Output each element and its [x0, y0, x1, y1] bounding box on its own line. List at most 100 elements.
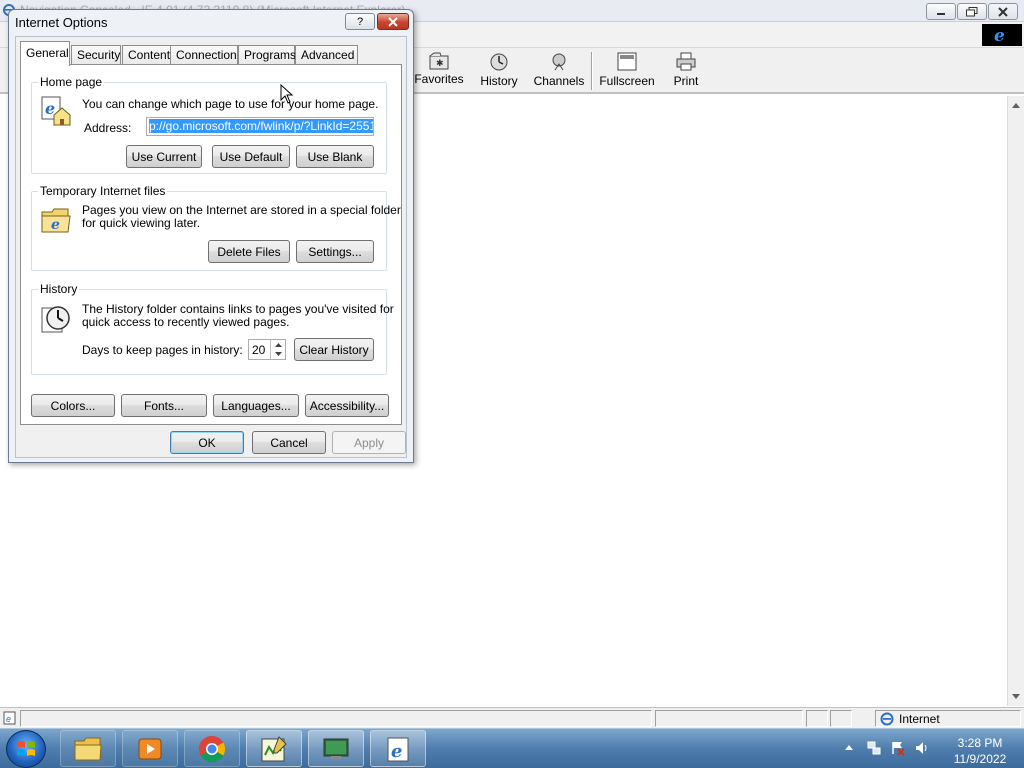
toolbar-separator — [591, 52, 593, 90]
restore-icon — [966, 6, 978, 16]
tab-programs[interactable]: Programs — [238, 45, 296, 65]
chrome-icon — [198, 735, 226, 762]
arrow-up-icon — [1012, 102, 1020, 108]
svg-text:e: e — [391, 741, 402, 762]
svg-text:e: e — [6, 714, 11, 724]
use-default-button[interactable]: Use Default — [212, 145, 290, 168]
tab-connection[interactable]: Connection — [170, 45, 238, 65]
volume-icon[interactable] — [914, 740, 930, 756]
arrow-down-icon — [1012, 693, 1020, 699]
toolbar-channels-button[interactable]: Channels — [532, 50, 586, 92]
arrow-up-icon — [274, 342, 282, 347]
stepper-down-button[interactable] — [271, 349, 285, 358]
taskbar-editor-button[interactable] — [246, 730, 302, 767]
status-bar: e Internet — [0, 707, 1024, 728]
fullscreen-icon — [617, 52, 637, 71]
home-page-address-input[interactable]: p://go.microsoft.com/fwlink/p/?LinkId=25… — [146, 117, 374, 136]
clear-history-button[interactable]: Clear History — [294, 338, 374, 361]
svg-text:✱: ✱ — [436, 58, 444, 68]
fonts-button[interactable]: Fonts... — [121, 394, 207, 417]
use-current-button[interactable]: Use Current — [126, 145, 202, 168]
temp-files-folder-icon: e — [41, 208, 71, 233]
taskbar-monitor-button[interactable] — [308, 730, 364, 767]
home-page-legend: Home page — [38, 75, 105, 89]
scroll-down-button[interactable] — [1008, 688, 1024, 704]
days-to-keep-label: Days to keep pages in history: — [82, 343, 243, 357]
svg-text:e: e — [994, 26, 1005, 44]
internet-zone-icon — [880, 712, 894, 725]
window-close-button[interactable] — [988, 3, 1018, 20]
temp-files-group: Temporary Internet files e Pages you vie… — [31, 184, 401, 271]
notepad-icon — [261, 735, 287, 761]
delete-files-button[interactable]: Delete Files — [208, 240, 290, 263]
tab-security[interactable]: Security — [71, 45, 121, 65]
status-progress-cell — [655, 710, 803, 727]
home-page-description: You can change which page to use for you… — [82, 97, 379, 111]
toolbar-favorites-button[interactable]: ✱ Favorites — [413, 50, 465, 92]
svg-text:e: e — [51, 217, 60, 233]
ie-logo: e — [982, 24, 1022, 46]
history-group: History The History folder contains link… — [31, 282, 394, 375]
history-icon — [490, 53, 508, 71]
toolbar-favorites-label: Favorites — [414, 72, 464, 86]
taskbar-explorer-button[interactable] — [60, 730, 116, 767]
monitor-icon — [323, 738, 349, 760]
days-to-keep-value: 20 — [252, 343, 266, 357]
start-button[interactable] — [6, 730, 46, 768]
dialog-body: General Security Content Connection Prog… — [15, 36, 407, 458]
toolbar-print-button[interactable]: Print — [668, 50, 704, 92]
toolbar-channels-label: Channels — [533, 74, 585, 88]
toolbar-fullscreen-label: Fullscreen — [599, 74, 655, 88]
tab-advanced[interactable]: Advanced — [295, 45, 358, 65]
minimize-button[interactable] — [926, 3, 956, 20]
clock-time: 3:28 PM — [957, 736, 1003, 750]
toolbar-fullscreen-button[interactable]: Fullscreen — [598, 50, 656, 92]
address-value: p://go.microsoft.com/fwlink/p/?LinkId=25… — [149, 119, 373, 133]
help-button[interactable]: ? — [345, 13, 375, 30]
accessibility-button[interactable]: Accessibility... — [305, 394, 389, 417]
address-label: Address: — [84, 121, 132, 135]
channels-icon — [552, 53, 566, 71]
clock[interactable]: 3:28 PM 11/9/2022 — [938, 735, 1022, 767]
system-tray: 3:28 PM 11/9/2022 — [838, 731, 1024, 767]
taskbar-media-player-button[interactable] — [122, 730, 178, 767]
home-page-group: Home page e You can change which page to… — [31, 75, 387, 174]
network-icon[interactable] — [866, 740, 882, 756]
home-page-icon: e — [41, 96, 71, 126]
tab-general[interactable]: General — [20, 41, 70, 66]
ok-button[interactable]: OK — [170, 431, 244, 454]
status-text-cell — [20, 710, 652, 727]
toolbar-history-button[interactable]: History — [476, 50, 522, 92]
use-blank-button[interactable]: Use Blank — [296, 145, 374, 168]
scroll-up-button[interactable] — [1008, 97, 1024, 113]
favorites-icon: ✱ — [429, 52, 449, 70]
internet-explorer-icon: e — [387, 737, 409, 762]
security-zone-label: Internet — [899, 711, 940, 726]
days-to-keep-stepper[interactable]: 20 — [248, 339, 286, 360]
tab-content[interactable]: Content — [122, 45, 171, 65]
action-center-icon[interactable] — [890, 740, 906, 756]
restore-button[interactable] — [957, 3, 987, 20]
apply-button[interactable]: Apply — [332, 431, 406, 454]
taskbar-chrome-button[interactable] — [184, 730, 240, 767]
languages-button[interactable]: Languages... — [213, 394, 299, 417]
colors-button[interactable]: Colors... — [31, 394, 115, 417]
taskbar-internet-explorer-button[interactable]: e — [370, 730, 426, 767]
vertical-scrollbar[interactable] — [1007, 96, 1024, 706]
taskbar: e 3:28 PM 11/9/2022 — [0, 728, 1024, 768]
general-tab-panel: Home page e You can change which page to… — [20, 64, 402, 425]
settings-button[interactable]: Settings... — [296, 240, 374, 263]
toolbar-print-label: Print — [673, 74, 699, 88]
cancel-button[interactable]: Cancel — [252, 431, 326, 454]
close-icon — [388, 16, 398, 27]
temp-files-description-2: for quick viewing later. — [82, 216, 201, 230]
toolbar-history-label: History — [480, 74, 518, 88]
temp-files-legend: Temporary Internet files — [38, 184, 168, 198]
status-cell — [830, 710, 852, 727]
stepper-up-button[interactable] — [271, 340, 285, 349]
mouse-cursor-icon — [280, 84, 294, 104]
history-clock-icon — [41, 306, 70, 333]
show-hidden-icons-icon[interactable] — [844, 743, 854, 751]
page-icon: e — [3, 711, 16, 725]
dialog-close-button[interactable] — [377, 13, 409, 30]
